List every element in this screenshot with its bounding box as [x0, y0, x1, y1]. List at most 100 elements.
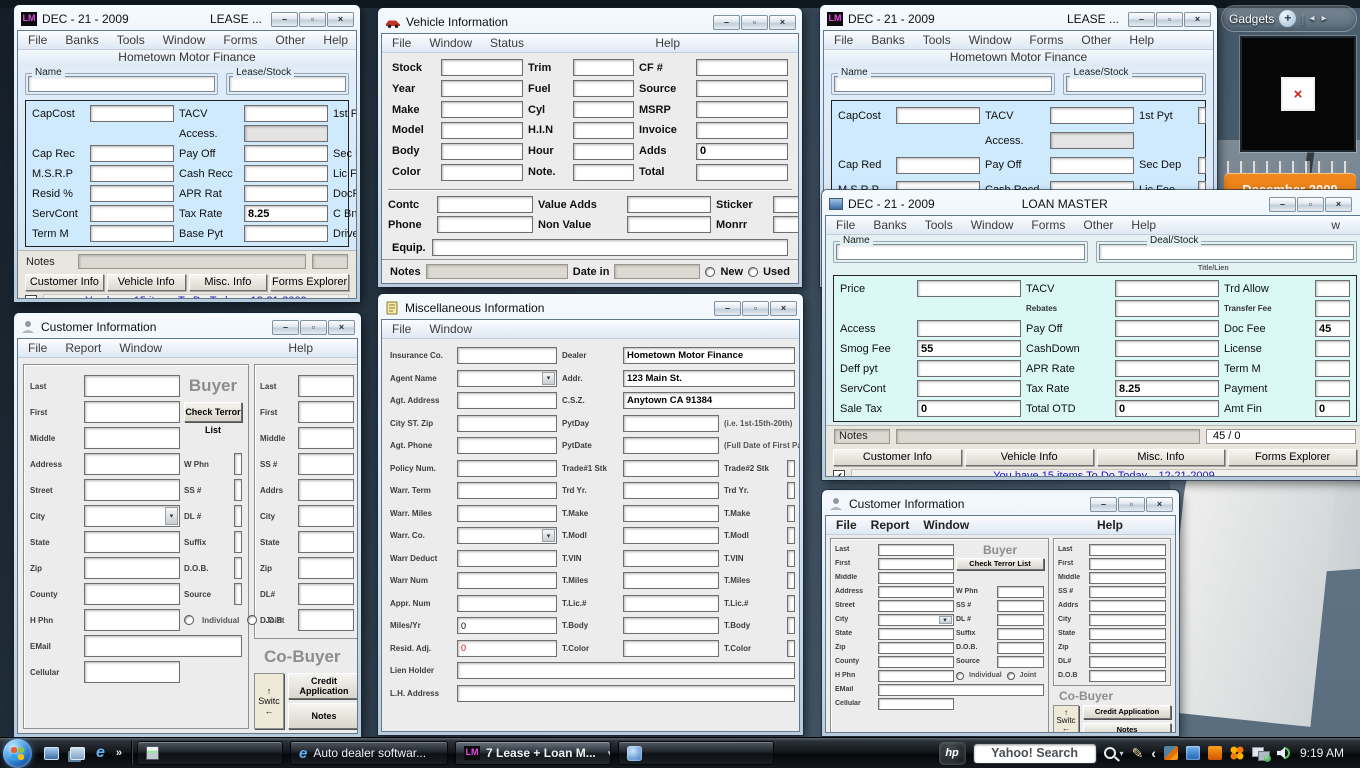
- individual-radio[interactable]: [184, 615, 194, 625]
- new-radio[interactable]: [705, 267, 715, 277]
- field-input-smog-fee[interactable]: 55: [917, 340, 1021, 357]
- field-input-trim[interactable]: [573, 59, 634, 76]
- lease-stock-input[interactable]: [1066, 76, 1203, 92]
- field-input-resid[interactable]: [90, 185, 174, 202]
- loan-master-window[interactable]: DEC - 21 - 2009 LOAN MASTER – ▫ × FileBa…: [822, 190, 1360, 480]
- field-input-suffix[interactable]: [997, 628, 1045, 640]
- lease-window[interactable]: LM DEC - 21 - 2009 LEASE ... – ▫ × FileB…: [14, 5, 360, 302]
- dots-tray-icon[interactable]: [1230, 746, 1244, 760]
- field-input-d-o-b[interactable]: [997, 642, 1045, 654]
- menu-item-window[interactable]: Window: [429, 36, 472, 50]
- close-button[interactable]: ×: [1184, 12, 1211, 27]
- field-input-access[interactable]: [917, 320, 1021, 337]
- field-input-t-body[interactable]: [787, 617, 795, 634]
- field-input-note[interactable]: [573, 164, 634, 181]
- menu-item-report[interactable]: Report: [871, 518, 910, 532]
- notes-input[interactable]: [896, 429, 1200, 444]
- field-input-servcont[interactable]: [917, 380, 1021, 397]
- maximize-button[interactable]: ▫: [742, 301, 769, 316]
- field-input-access[interactable]: [1050, 132, 1134, 149]
- clock[interactable]: 9:19 AM: [1298, 746, 1354, 760]
- field-input-last[interactable]: [84, 375, 180, 397]
- menu-item-window[interactable]: Window: [971, 218, 1014, 232]
- vehicle-information-window[interactable]: Vehicle Information – ▫ × FileWindowStat…: [378, 8, 802, 287]
- menu-item-window[interactable]: Window: [923, 518, 969, 532]
- field-input-email[interactable]: [878, 684, 1045, 696]
- search-dropdown-icon[interactable]: ▾: [1120, 749, 1124, 758]
- menu-item-forms[interactable]: Forms: [223, 33, 257, 47]
- misc-info-button[interactable]: Misc. Info: [189, 274, 268, 291]
- customer-information-window-small[interactable]: Customer Information – ▫ × FileReportWin…: [822, 490, 1179, 736]
- field-input-year[interactable]: [441, 80, 523, 97]
- todo-status[interactable]: You have 15 items To Do Today... 12-21-2…: [851, 469, 1357, 477]
- field-input-dl[interactable]: [1089, 656, 1167, 668]
- gadgets-next-icon[interactable]: ▸: [1322, 13, 1327, 24]
- field-input-servcont[interactable]: [90, 205, 174, 222]
- task-button-auto-dealer[interactable]: e Auto dealer softwar...: [290, 741, 448, 765]
- field-input-cellular[interactable]: [878, 698, 954, 710]
- field-input-city[interactable]: ▾: [878, 614, 954, 626]
- menu-item-help[interactable]: Help: [323, 33, 348, 47]
- field-input-h-phn[interactable]: [84, 609, 180, 631]
- field-input-sticker[interactable]: [773, 196, 799, 213]
- field-input-price[interactable]: [917, 280, 1021, 297]
- minimize-button[interactable]: –: [713, 15, 740, 30]
- field-input-t-color[interactable]: [787, 640, 795, 657]
- field-input-lien-holder[interactable]: [457, 662, 795, 679]
- todo-status[interactable]: You have 15 items To Do Today... 12-21-2…: [43, 294, 349, 299]
- field-input-amt-fin[interactable]: 0: [1315, 400, 1350, 417]
- field-input-tacv[interactable]: [1050, 107, 1134, 124]
- field-input-addrs[interactable]: [298, 479, 354, 501]
- menu-item-other[interactable]: Other: [1083, 218, 1113, 232]
- internet-explorer-icon[interactable]: e: [96, 746, 105, 760]
- notes-button[interactable]: Notes: [1083, 723, 1171, 734]
- field-input-trd-allow[interactable]: [1315, 280, 1350, 297]
- field-input-transfer-fee[interactable]: [1315, 300, 1350, 317]
- field-input-trd-yr[interactable]: [787, 482, 795, 499]
- field-input-model[interactable]: [441, 122, 523, 139]
- field-input-cash-recc[interactable]: [244, 165, 328, 182]
- vehicle-info-button[interactable]: Vehicle Info: [107, 274, 186, 291]
- lease-stock-input[interactable]: [229, 76, 346, 92]
- field-input-tacv[interactable]: [1115, 280, 1219, 297]
- close-button[interactable]: ×: [327, 12, 354, 27]
- menu-item-file[interactable]: File: [836, 218, 855, 232]
- field-input-first[interactable]: [1089, 558, 1167, 570]
- menu-item-file[interactable]: File: [28, 33, 47, 47]
- customer-info-button[interactable]: Customer Info: [833, 449, 962, 466]
- group-dropdown-icon[interactable]: ▾: [602, 748, 611, 759]
- field-input-cap-rec[interactable]: [90, 145, 174, 162]
- name-input[interactable]: [28, 76, 215, 92]
- close-button[interactable]: ×: [769, 15, 796, 30]
- field-input-email[interactable]: [84, 635, 242, 657]
- field-input-1st-pyt[interactable]: [1198, 107, 1206, 124]
- field-input-rebates[interactable]: [1115, 300, 1219, 317]
- miscellaneous-information-window[interactable]: Miscellaneous Information – ▫ × FileWind…: [378, 294, 803, 735]
- dropdown-arrow-icon[interactable]: ▾: [542, 529, 555, 542]
- photo-gadget[interactable]: ×: [1240, 36, 1356, 152]
- field-input-value-adds[interactable]: [627, 196, 711, 213]
- field-input-resid-adj[interactable]: 0: [457, 640, 557, 657]
- name-input[interactable]: [834, 76, 1052, 92]
- used-radio[interactable]: [748, 267, 758, 277]
- menu-item-help[interactable]: Help: [1129, 33, 1154, 47]
- start-button[interactable]: [3, 739, 32, 768]
- menu-item-status[interactable]: Status: [490, 36, 524, 50]
- field-input-cap-red[interactable]: [896, 157, 980, 174]
- individual-radio[interactable]: [956, 672, 964, 680]
- field-input-h-i-n[interactable]: [573, 122, 634, 139]
- field-input-trade-1-stk[interactable]: [623, 460, 719, 477]
- field-input-ss[interactable]: [1089, 586, 1167, 598]
- field-input-apr-rate[interactable]: [1115, 360, 1219, 377]
- field-input-warr-deduct[interactable]: [457, 550, 557, 567]
- field-input-cf[interactable]: [696, 59, 788, 76]
- menu-item-file[interactable]: File: [836, 518, 857, 532]
- field-input-zip[interactable]: [84, 557, 180, 579]
- field-input-stock[interactable]: [441, 59, 523, 76]
- menu-item-report[interactable]: Report: [65, 341, 101, 355]
- field-input-term-m[interactable]: [1315, 360, 1350, 377]
- menu-item-file[interactable]: File: [392, 36, 411, 50]
- field-input-sec-dep[interactable]: [1198, 157, 1206, 174]
- field-input-first[interactable]: [298, 401, 354, 423]
- credit-application-button[interactable]: Credit Application: [1083, 705, 1171, 719]
